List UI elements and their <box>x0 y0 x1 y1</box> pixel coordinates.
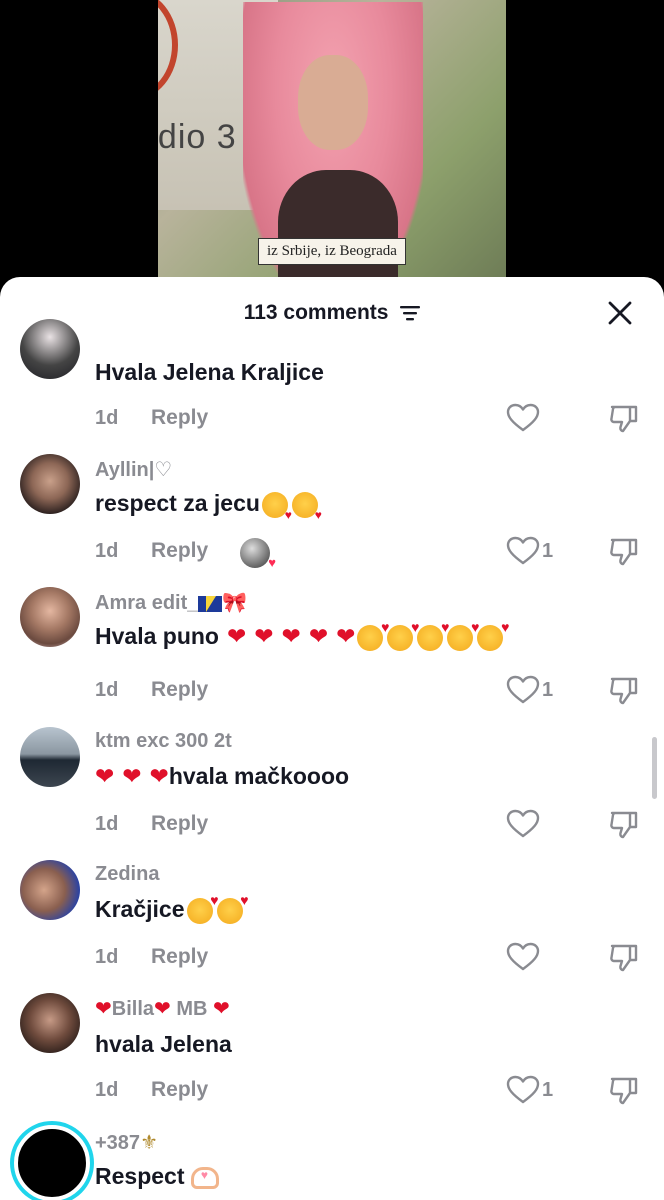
red-heart-icon: ❤ ❤ ❤ ❤ ❤ <box>218 624 356 650</box>
comment-text-row: Respect <box>95 1163 219 1190</box>
smiling-hearts-emoji-icon <box>216 892 249 924</box>
comment-username-part: MB <box>170 998 213 1020</box>
avatar[interactable] <box>20 727 80 787</box>
heart-outline-icon[interactable] <box>506 536 540 566</box>
comment-username-row[interactable]: ❤Billa❤ MB ❤ <box>95 996 230 1021</box>
comment-username-row[interactable]: +387⚜ <box>95 1130 158 1155</box>
comment-text: Respect <box>95 1163 185 1189</box>
comment-text: hvala mačkoooo <box>168 763 350 789</box>
reply-button[interactable]: Reply <box>151 812 208 836</box>
red-heart-icon: ❤ <box>154 996 171 1020</box>
bosnia-flag-icon <box>198 595 223 612</box>
comment-time: 1d <box>95 679 119 701</box>
scrollbar[interactable] <box>652 737 657 799</box>
reply-button[interactable]: Reply <box>151 678 208 702</box>
smiling-hearts-emoji-icon <box>387 619 419 651</box>
thumbs-down-icon[interactable] <box>608 675 640 707</box>
smiling-hearts-emoji-icon <box>447 619 479 651</box>
heart-outline-icon[interactable] <box>506 403 540 433</box>
comment-username-part: Billa <box>111 998 155 1020</box>
ribbon-bow-icon: 🎀 <box>222 590 248 614</box>
red-heart-icon: ❤ ❤ ❤ <box>95 764 169 790</box>
sort-icon[interactable] <box>400 305 421 321</box>
comment-username[interactable]: Ayllin|♡ <box>95 457 172 482</box>
kiss-emoji-icon <box>291 491 322 522</box>
person-face <box>298 55 368 150</box>
like-count: 1 <box>542 1079 554 1101</box>
comments-sheet: 113 comments Hvala Jelena Kraljice 1d Re… <box>0 277 664 1200</box>
comments-header: 113 comments <box>0 277 664 347</box>
video-caption: iz Srbije, iz Beograda <box>258 238 406 265</box>
like-count: 1 <box>542 540 554 562</box>
comment-text: hvala Jelena <box>95 1031 232 1057</box>
comment-text: Kračjice <box>95 896 185 922</box>
thumbs-down-icon[interactable] <box>608 536 640 568</box>
avatar[interactable] <box>20 587 80 647</box>
thumbs-down-icon[interactable] <box>608 809 640 841</box>
smiling-hearts-emoji-icon <box>186 892 219 924</box>
comment-username[interactable]: Zedina <box>95 863 159 886</box>
comment-text-row: Kračjice <box>95 892 249 924</box>
avatar-live-ring[interactable] <box>14 1125 90 1200</box>
thumbs-down-icon[interactable] <box>608 942 640 974</box>
comment-time: 1d <box>95 813 119 835</box>
sign-logo-ring <box>158 0 178 100</box>
comment-time: 1d <box>95 407 119 429</box>
comment-text-row: respect za jecu <box>95 490 322 522</box>
red-heart-icon: ❤ <box>213 996 230 1020</box>
smiling-hearts-emoji-icon <box>357 619 389 651</box>
heart-outline-icon[interactable] <box>506 942 540 972</box>
creator-heart-icon: ♥ <box>268 555 276 570</box>
kiss-emoji-icon <box>261 491 292 522</box>
person-body <box>278 170 398 290</box>
sign-text: udio 3 <box>158 118 237 156</box>
smiling-hearts-emoji-icon <box>417 619 449 651</box>
comment-time: 1d <box>95 540 119 562</box>
fleur-de-lis-icon: ⚜ <box>140 1130 158 1154</box>
heart-outline-icon[interactable] <box>506 1075 540 1105</box>
comment-text: Hvala puno <box>95 623 219 649</box>
red-heart-icon: ❤ <box>95 996 112 1020</box>
reply-button[interactable]: Reply <box>151 945 208 969</box>
comment-time: 1d <box>95 1079 119 1101</box>
avatar[interactable] <box>20 993 80 1053</box>
comment-username-row[interactable]: Amra edit_ 🎀 <box>95 590 247 615</box>
heart-hands-icon <box>190 1166 219 1189</box>
close-icon[interactable] <box>606 299 634 327</box>
comment-time: 1d <box>95 946 119 968</box>
heart-outline-icon[interactable] <box>506 675 540 705</box>
avatar[interactable] <box>20 454 80 514</box>
comment-username[interactable]: ktm exc 300 2t <box>95 730 232 753</box>
thumbs-down-icon[interactable] <box>608 403 640 435</box>
heart-outline-icon[interactable] <box>506 809 540 839</box>
comment-count-label: 113 comments <box>243 301 389 324</box>
smiling-hearts-emoji-icon <box>477 619 509 651</box>
comment-text-row: Hvala puno ❤ ❤ ❤ ❤ ❤ <box>95 619 509 651</box>
comment-count-title: 113 comments <box>0 301 664 325</box>
video-player[interactable]: udio 3 iz Srbije, iz Beograda <box>158 0 506 290</box>
avatar[interactable] <box>20 319 80 379</box>
reply-button[interactable]: Reply <box>151 1078 208 1102</box>
like-count: 1 <box>542 679 554 701</box>
reply-button[interactable]: Reply <box>151 539 208 563</box>
comment-text: Hvala Jelena Kraljice <box>95 359 324 385</box>
comment-text: respect za jecu <box>95 490 260 516</box>
thumbs-down-icon[interactable] <box>608 1075 640 1107</box>
comment-text-row: ❤ ❤ ❤hvala mačkoooo <box>95 763 349 790</box>
creator-liked-avatar: ♥ <box>240 538 276 570</box>
comment-username: Amra edit_ <box>95 592 199 614</box>
avatar[interactable] <box>20 860 80 920</box>
reply-button[interactable]: Reply <box>151 406 208 430</box>
comment-username: +387 <box>95 1132 141 1154</box>
